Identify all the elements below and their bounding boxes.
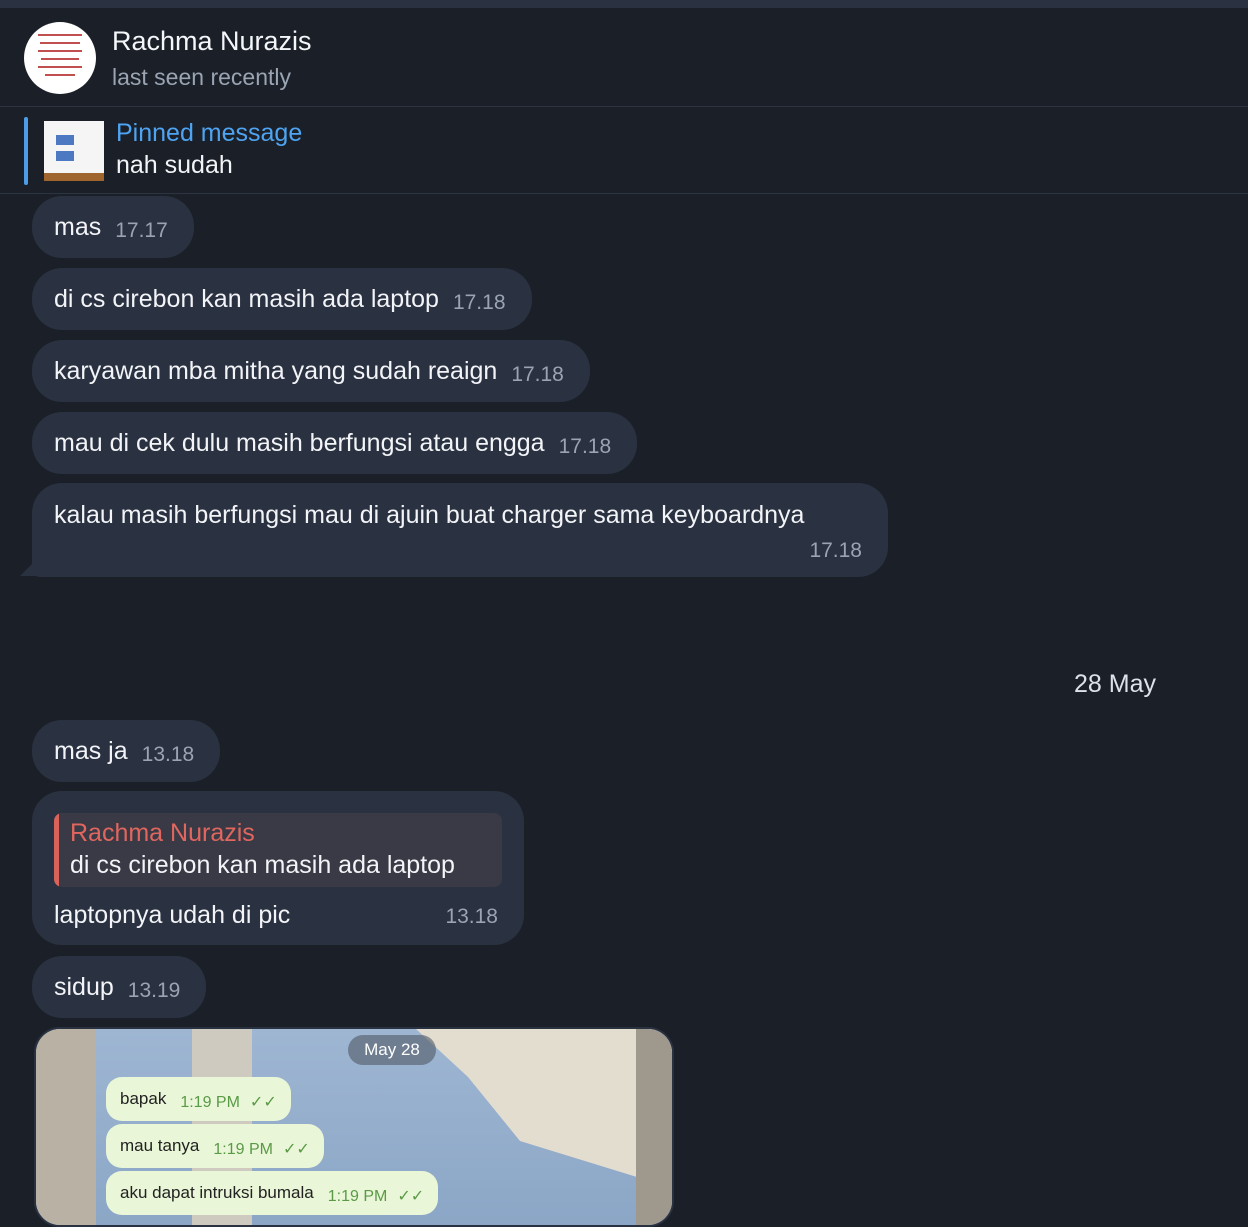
message-text: mas: [54, 212, 102, 241]
avatar-line: [38, 66, 82, 68]
avatar-line: [38, 50, 82, 52]
pinned-accent-bar: [24, 117, 28, 185]
photo-bubble-text: mau tanya: [120, 1136, 200, 1155]
message-text: mas ja: [54, 736, 128, 765]
message-bubble[interactable]: mas 17.17: [32, 196, 194, 258]
double-check-icon: ✓✓: [249, 1094, 277, 1111]
photo-chat-bubble: mau tanya 1:19 PM ✓✓: [106, 1124, 324, 1168]
avatar-line: [38, 34, 82, 36]
message-time: 17.18: [558, 435, 612, 458]
message-bubble[interactable]: kalau masih berfungsi mau di ajuin buat …: [32, 483, 888, 577]
photo-date-pill: May 28: [348, 1035, 436, 1065]
pinned-title[interactable]: Pinned message: [116, 119, 302, 148]
photo-building-right: [636, 1029, 672, 1225]
photo-bubble-time: 1:19 PM: [180, 1094, 240, 1111]
contact-status: last seen recently: [112, 64, 291, 90]
quote-text: di cs cirebon kan masih ada laptop: [70, 851, 455, 879]
photo-chat-bubble: aku dapat intruksi bumala 1:19 PM ✓✓: [106, 1171, 439, 1215]
message-bubble[interactable]: karyawan mba mitha yang sudah reaign 17.…: [32, 340, 590, 402]
contact-avatar[interactable]: [24, 22, 96, 94]
message-text: sidup: [54, 972, 114, 1001]
window-top-strip: [0, 0, 1248, 8]
photo-chat-bubble: bapak 1:19 PM ✓✓: [106, 1077, 291, 1121]
message-text: mau di cek dulu masih berfungsi atau eng…: [54, 428, 545, 457]
photo-bubble-text: aku dapat intruksi bumala: [120, 1183, 314, 1202]
message-time: 17.18: [511, 363, 564, 386]
message-text: karyawan mba mitha yang sudah reaign: [54, 356, 498, 385]
pinned-message-bar[interactable]: Pinned message nah sudah: [0, 107, 1248, 194]
double-check-icon: ✓✓: [397, 1188, 425, 1205]
quoted-message[interactable]: Rachma Nurazis di cs cirebon kan masih a…: [54, 813, 502, 887]
reply-message-bubble[interactable]: Rachma Nurazis di cs cirebon kan masih a…: [32, 791, 524, 945]
message-bubble[interactable]: mau di cek dulu masih berfungsi atau eng…: [32, 412, 638, 474]
message-time: 17.17: [115, 219, 168, 242]
message-bubble[interactable]: mas ja 13.18: [32, 720, 221, 782]
message-text: laptopnya udah di pic: [54, 901, 291, 929]
message-bubble[interactable]: sidup 13.19: [32, 956, 207, 1018]
contact-name[interactable]: Rachma Nurazis: [112, 26, 312, 57]
message-text: di cs cirebon kan masih ada laptop: [54, 284, 439, 313]
date-separator: 28 May: [1074, 670, 1156, 698]
photo-bubble-text: bapak: [120, 1089, 167, 1108]
photo-building-left: [36, 1029, 96, 1225]
photo-message[interactable]: May 28 bapak 1:19 PM ✓✓ mau tanya 1:19 P…: [34, 1027, 674, 1227]
message-time: 13.18: [445, 905, 498, 928]
avatar-line: [40, 42, 80, 44]
message-bubble[interactable]: di cs cirebon kan masih ada laptop 17.18: [32, 268, 532, 330]
photo-bubble-time: 1:19 PM: [213, 1141, 273, 1158]
chat-header[interactable]: Rachma Nurazis last seen recently: [0, 8, 1248, 107]
quote-accent-bar: [54, 813, 59, 887]
double-check-icon: ✓✓: [282, 1141, 310, 1158]
thumb-block: [56, 135, 74, 145]
thumb-strip: [44, 173, 104, 181]
avatar-line: [45, 74, 75, 76]
quote-sender-name: Rachma Nurazis: [70, 819, 255, 847]
message-time: 17.18: [452, 291, 506, 314]
avatar-line: [41, 58, 79, 60]
photo-bubble-time: 1:19 PM: [327, 1188, 388, 1205]
pinned-text[interactable]: nah sudah: [116, 151, 233, 180]
message-time: 13.18: [141, 743, 195, 766]
message-time: 17.18: [809, 539, 862, 562]
pinned-thumbnail: [44, 121, 104, 181]
message-text: kalau masih berfungsi mau di ajuin buat …: [54, 501, 805, 529]
thumb-block: [56, 151, 74, 161]
message-time: 13.19: [127, 979, 181, 1002]
